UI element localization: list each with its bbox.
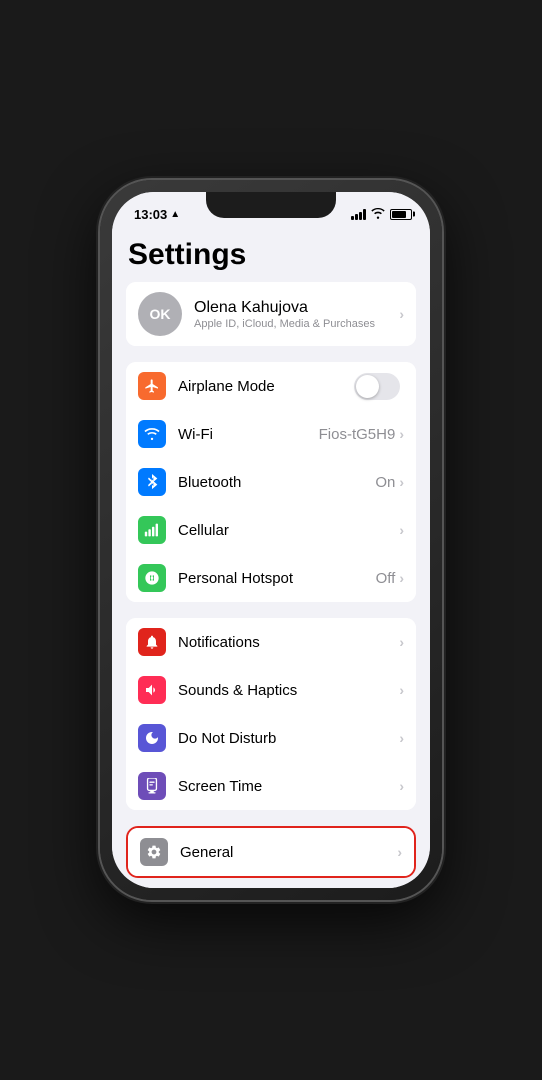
donotdisturb-chevron: ›	[399, 730, 404, 746]
battery-icon	[390, 209, 412, 220]
wifi-value: Fios-tG5H9	[319, 426, 396, 443]
hotspot-label: Personal Hotspot	[178, 570, 376, 587]
screentime-item[interactable]: Screen Time ›	[126, 762, 416, 810]
donotdisturb-item[interactable]: Do Not Disturb ›	[126, 714, 416, 762]
wifi-label: Wi-Fi	[178, 426, 319, 443]
sounds-chevron: ›	[399, 682, 404, 698]
screentime-chevron: ›	[399, 778, 404, 794]
notch	[206, 192, 336, 218]
sounds-label: Sounds & Haptics	[178, 682, 399, 699]
bluetooth-item[interactable]: Bluetooth On ›	[126, 458, 416, 506]
chevron-icon: ›	[399, 306, 404, 322]
wifi-setting-icon	[138, 420, 166, 448]
hotspot-item[interactable]: Personal Hotspot Off ›	[126, 554, 416, 602]
airplane-mode-label: Airplane Mode	[178, 378, 354, 395]
wifi-icon	[371, 207, 385, 222]
location-icon: ▲	[170, 209, 180, 220]
profile-section[interactable]: OK Olena Kahujova Apple ID, iCloud, Medi…	[126, 282, 416, 346]
notifications-label: Notifications	[178, 634, 399, 651]
bluetooth-icon	[138, 468, 166, 496]
general-section[interactable]: General ›	[126, 826, 416, 878]
notifications-icon	[138, 628, 166, 656]
airplane-mode-item[interactable]: Airplane Mode	[126, 362, 416, 410]
wifi-item[interactable]: Wi-Fi Fios-tG5H9 ›	[126, 410, 416, 458]
general-item[interactable]: General ›	[128, 828, 414, 876]
donotdisturb-icon	[138, 724, 166, 752]
hotspot-icon	[138, 564, 166, 592]
cellular-item[interactable]: Cellular ›	[126, 506, 416, 554]
profile-name: Olena Kahujova	[194, 299, 399, 317]
donotdisturb-label: Do Not Disturb	[178, 730, 399, 747]
wifi-chevron: ›	[399, 426, 404, 442]
phone-frame: 13:03 ▲	[100, 180, 442, 900]
hotspot-chevron: ›	[399, 570, 404, 586]
bluetooth-label: Bluetooth	[178, 474, 375, 491]
hotspot-value: Off	[376, 570, 396, 587]
general-icon	[140, 838, 168, 866]
notifications-chevron: ›	[399, 634, 404, 650]
sounds-item[interactable]: Sounds & Haptics ›	[126, 666, 416, 714]
profile-subtitle: Apple ID, iCloud, Media & Purchases	[194, 318, 399, 330]
status-icons	[351, 207, 412, 222]
screentime-icon	[138, 772, 166, 800]
profile-item[interactable]: OK Olena Kahujova Apple ID, iCloud, Medi…	[126, 282, 416, 346]
general-label: General	[180, 844, 397, 861]
airplane-mode-icon	[138, 372, 166, 400]
notifications-section[interactable]: Notifications › Sounds & Haptics ›	[126, 618, 416, 810]
notifications-item[interactable]: Notifications ›	[126, 618, 416, 666]
avatar: OK	[138, 292, 182, 336]
bluetooth-chevron: ›	[399, 474, 404, 490]
sounds-icon	[138, 676, 166, 704]
settings-content[interactable]: Settings OK Olena Kahujova Apple ID, iCl…	[112, 230, 430, 888]
airplane-mode-toggle[interactable]	[354, 373, 400, 400]
profile-info: Olena Kahujova Apple ID, iCloud, Media &…	[194, 299, 399, 330]
bluetooth-value: On	[375, 474, 395, 491]
page-title: Settings	[112, 230, 430, 282]
general-chevron: ›	[397, 844, 402, 860]
cellular-icon	[138, 516, 166, 544]
cellular-label: Cellular	[178, 522, 399, 539]
status-time: 13:03	[134, 207, 167, 222]
connectivity-section[interactable]: Airplane Mode Wi-Fi Fios	[126, 362, 416, 602]
phone-screen: 13:03 ▲	[112, 192, 430, 888]
signal-icon	[351, 209, 366, 220]
cellular-chevron: ›	[399, 522, 404, 538]
screentime-label: Screen Time	[178, 778, 399, 795]
